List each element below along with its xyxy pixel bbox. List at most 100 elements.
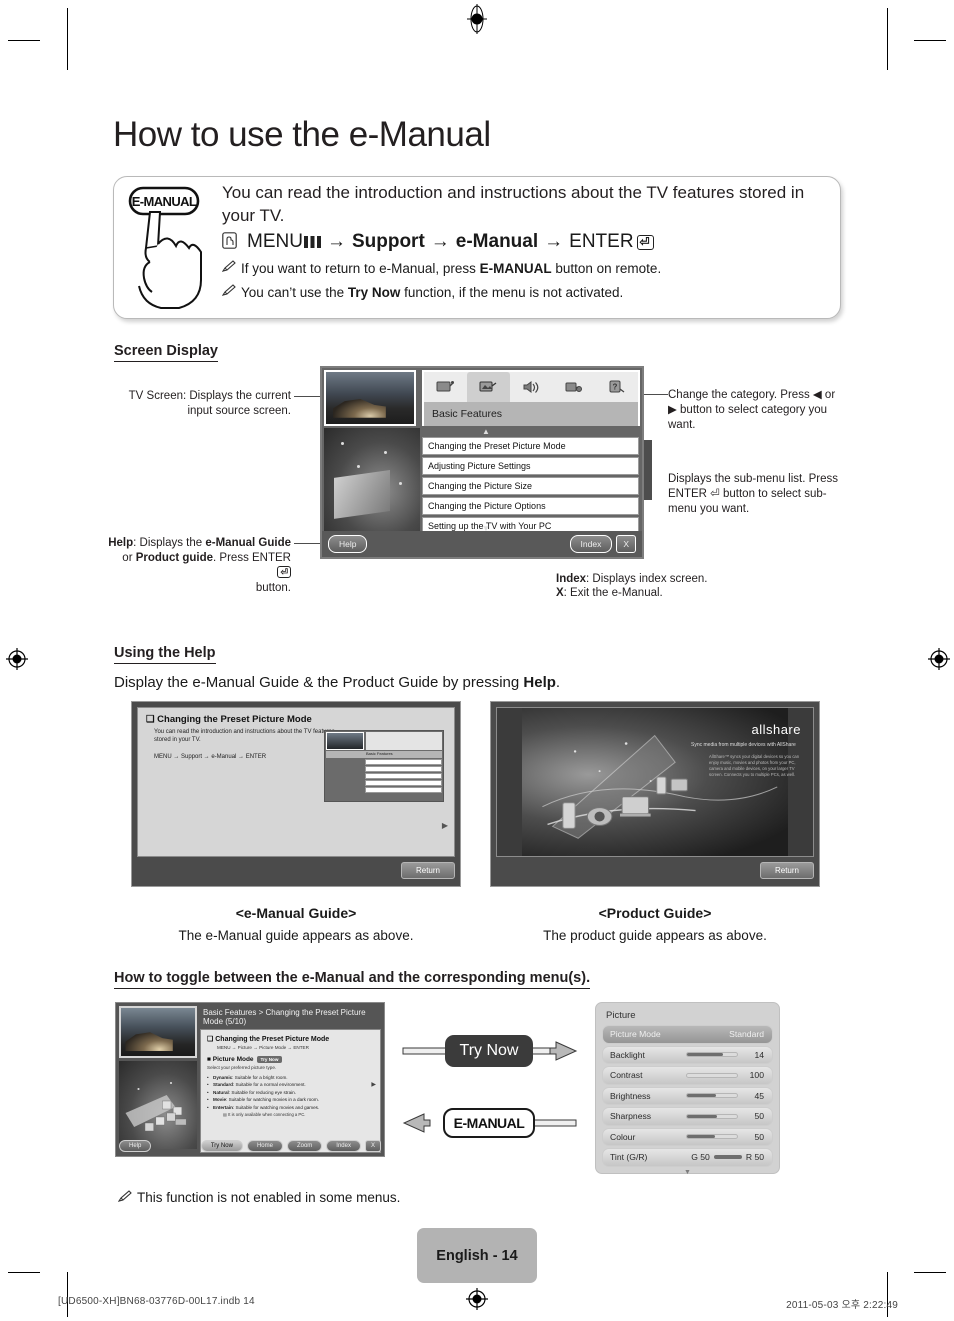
category-tab-sound-icon[interactable]: [510, 372, 553, 402]
emanual-guide-return-bar: Return: [137, 857, 455, 883]
help-anno-3: e-Manual Guide: [205, 537, 291, 549]
picture-menu-row-sharpness[interactable]: Sharpness 50: [602, 1107, 773, 1126]
picture-menu-scroll-down-icon[interactable]: ▼: [602, 1169, 773, 1176]
option-desc: : Suitable for watching movies and games…: [232, 1104, 320, 1110]
note-2-pre: You can’t use the: [241, 285, 348, 300]
row-slider[interactable]: [686, 1093, 738, 1099]
try-now-flow-button[interactable]: Try Now: [445, 1035, 533, 1067]
intro-lead-text: You can read the introduction and instru…: [222, 183, 805, 225]
picture-menu-row-brightness[interactable]: Brightness 45: [602, 1086, 773, 1105]
category-title: Basic Features: [424, 402, 638, 426]
key-zoom[interactable]: Zoom: [286, 1139, 323, 1152]
return-button[interactable]: Return: [400, 861, 455, 879]
toggle-tv-screenshot: Basic Features > Changing the Preset Pic…: [115, 1002, 385, 1157]
registration-mark-top: [466, 4, 488, 34]
section-heading-using-help: Using the Help: [114, 645, 216, 664]
product-guide-screenshot: allshare Sync media from multiple device…: [490, 701, 820, 887]
footer-file-info: [UD6500-XH]BN68-03776D-00L17.indb 14: [58, 1296, 255, 1307]
row-value: Standard: [729, 1029, 764, 1040]
annotation-tv-screen: TV Screen: Displays the current input so…: [128, 390, 291, 417]
allshare-tagline: Sync media from multiple devices with Al…: [691, 742, 796, 748]
diagram-top-band: ? Basic Features: [322, 368, 642, 428]
note-2-bold: Try Now: [347, 285, 401, 300]
category-tab-picture-icon[interactable]: [466, 372, 510, 402]
picture-menu-row-contrast[interactable]: Contrast 100: [602, 1066, 773, 1085]
note-1-bold: E-MANUAL: [479, 261, 552, 276]
registration-mark-right: [928, 648, 950, 670]
picture-menu-row-backlight[interactable]: Backlight 14: [602, 1045, 773, 1064]
key-exit[interactable]: X: [364, 1139, 381, 1152]
toggle-footnote: ▤ It is only available when connecting a…: [223, 1112, 306, 1118]
row-slider[interactable]: [686, 1052, 738, 1058]
menu-path-line: MENU → Support → e-Manual → ENTER ⏎: [222, 231, 832, 253]
note-item-2: You can’t use the Try Now function, if t…: [222, 284, 832, 301]
emanual-guide-body: You can read the introduction and instru…: [154, 729, 335, 743]
menu-label: MENU: [247, 231, 303, 252]
toggle-tv-left-column: [119, 1006, 197, 1153]
emanual-flow-button[interactable]: E-MANUAL: [443, 1108, 535, 1138]
toggle-panel-title: ❑ Changing the Preset Picture Mode: [207, 1036, 330, 1043]
toggle-option-item: Dynamic: Suitable for a bright room.: [207, 1074, 374, 1082]
row-slider[interactable]: [686, 1134, 738, 1140]
crop-mark-right: [887, 8, 888, 70]
row-value: 14: [754, 1049, 764, 1060]
section-heading-screen-display: Screen Display: [114, 343, 218, 362]
option-desc: : Suitable for a normal environment.: [232, 1082, 306, 1088]
exit-key-button[interactable]: X: [616, 535, 636, 553]
toggle-panel-title-text: Changing the Preset Picture Mode: [215, 1036, 330, 1043]
section-heading-toggle: How to toggle between the e-Manual and t…: [114, 970, 591, 989]
key-home[interactable]: Home: [246, 1139, 283, 1152]
key-help[interactable]: Help: [119, 1139, 152, 1152]
help-key-label: Help: [108, 537, 134, 549]
row-label: Picture Mode: [610, 1029, 661, 1040]
option-name: Entertain: [213, 1104, 233, 1110]
key-try-now[interactable]: Try Now: [200, 1139, 243, 1152]
diagram-body: ▲ Changing the Preset Picture Mode Adjus…: [322, 427, 642, 535]
category-tab-network-icon[interactable]: [552, 372, 595, 402]
toggle-panel-path: MENU → Picture → Picture Mode → ENTER: [217, 1045, 309, 1050]
picture-menu-row-picture-mode[interactable]: Picture Mode Standard: [602, 1025, 773, 1044]
picture-menu-panel: Picture Picture Mode Standard Backlight …: [595, 1002, 780, 1176]
toggle-content-panel: ❑ Changing the Preset Picture Mode MENU …: [200, 1029, 381, 1153]
next-page-arrow-icon[interactable]: ▶: [371, 1081, 376, 1088]
poster-sparkle: [398, 481, 402, 485]
annotation-exit: X: Exit the e-Manual.: [556, 586, 776, 601]
poster-sparkle: [383, 450, 387, 454]
toggle-key-bar: Help Try Now Home Zoom Index X: [119, 1138, 381, 1153]
row-label: Backlight: [610, 1049, 645, 1060]
submenu-item[interactable]: Changing the Picture Options: [422, 497, 639, 515]
submenu-item[interactable]: Adjusting Picture Settings: [422, 457, 639, 475]
intro-post: .: [555, 674, 561, 691]
row-label: Colour: [610, 1131, 636, 1142]
try-now-badge[interactable]: Try Now: [256, 1056, 283, 1063]
toggle-option-item: Standard: Suitable for a normal environm…: [207, 1081, 374, 1089]
row-label: Brightness: [610, 1090, 651, 1101]
toggle-section-label: Picture Mode: [212, 1056, 254, 1063]
enter-label: ENTER: [569, 231, 634, 252]
support-label: Support: [351, 231, 425, 252]
category-tab-tv-icon[interactable]: [424, 372, 467, 402]
page-next-arrow-icon[interactable]: ▶: [442, 821, 448, 830]
return-button[interactable]: Return: [759, 861, 814, 879]
manual-page: How to use the e-Manual E-MANUAL You can…: [0, 0, 954, 1321]
annotation-change-category: Change the category. Press ◀ or ▶ button…: [668, 389, 836, 431]
row-slider[interactable]: [686, 1113, 738, 1119]
help-anno-6: . Press ENTER: [213, 552, 291, 564]
submenu-item[interactable]: Changing the Picture Size: [422, 477, 639, 495]
row-slider[interactable]: [686, 1072, 738, 1078]
picture-menu-row-colour[interactable]: Colour 50: [602, 1127, 773, 1146]
submenu-item[interactable]: Changing the Preset Picture Mode: [422, 437, 639, 455]
row-value: 50: [754, 1111, 764, 1122]
tint-slider[interactable]: [713, 1155, 742, 1160]
scroll-up-indicator[interactable]: ▲: [482, 427, 490, 436]
key-index[interactable]: Index: [326, 1139, 361, 1152]
picture-menu-row-tint[interactable]: Tint (G/R) G 50 R 50: [602, 1148, 773, 1167]
category-tab-support-icon[interactable]: ?: [595, 372, 638, 402]
index-key-button[interactable]: Index: [569, 535, 613, 553]
registration-mark-bottom: [466, 1288, 488, 1310]
toggle-tv-right-column: Basic Features > Changing the Preset Pic…: [200, 1006, 381, 1153]
help-key-button[interactable]: Help: [328, 535, 368, 553]
exit-key-label: X: [556, 587, 564, 599]
note-1-post: button on remote.: [551, 261, 662, 276]
page-title: How to use the e-Manual: [113, 115, 491, 154]
